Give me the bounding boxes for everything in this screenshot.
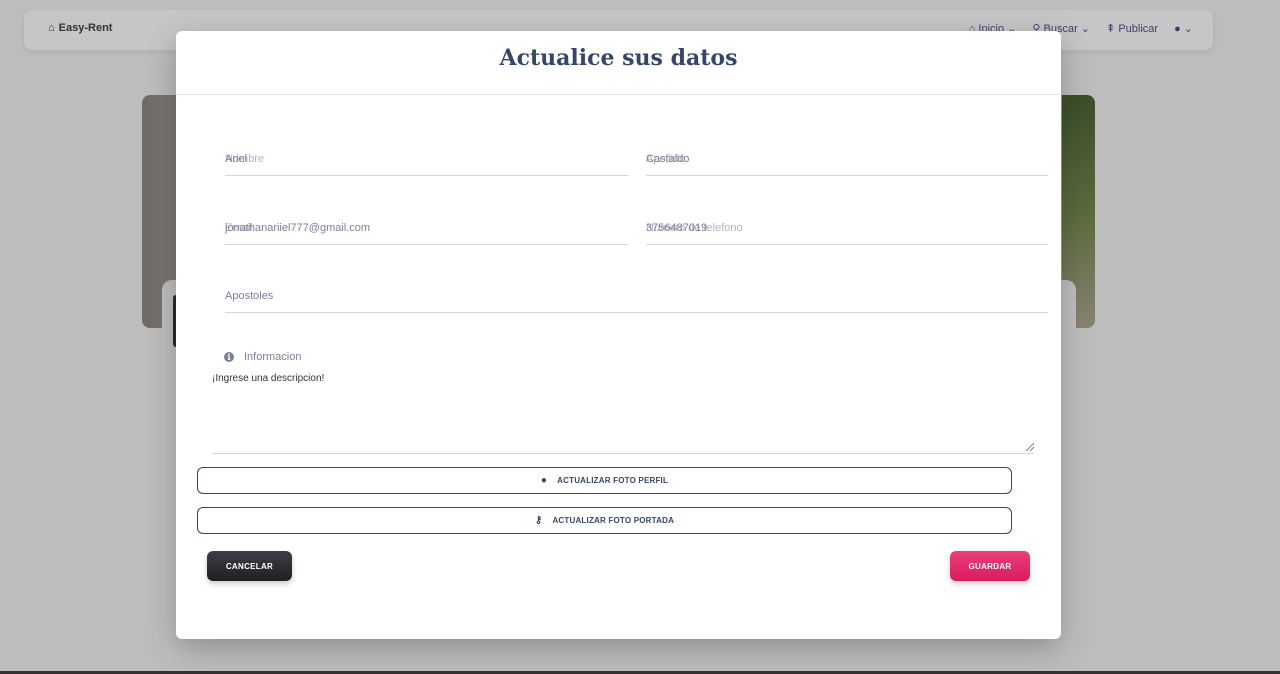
- cancel-button[interactable]: CANCELAR: [207, 551, 292, 581]
- actualizar-foto-portada-button[interactable]: ⚷ ACTUALIZAR FOTO PORTADA: [197, 507, 1012, 534]
- descripcion-textarea[interactable]: ¡Ingrese una descripcion!: [212, 373, 1034, 454]
- ciudad-value: Apostoles: [225, 290, 274, 302]
- telefono-field[interactable]: Numero de telefono 3756487019: [646, 222, 1048, 245]
- informacion-text: Informacion: [244, 351, 302, 363]
- user-icon: ●: [540, 475, 548, 486]
- resize-handle[interactable]: [1026, 443, 1034, 451]
- save-button[interactable]: GUARDAR: [950, 551, 1030, 581]
- ciudad-field[interactable]: Apostoles: [225, 290, 1048, 313]
- nav-publicar[interactable]: ⇞ Publicar: [1106, 22, 1158, 35]
- key-icon: ⚷: [534, 515, 543, 526]
- actualizar-foto-portada-label: ACTUALIZAR FOTO PORTADA: [552, 516, 675, 525]
- nombre-value: Ariel: [225, 153, 248, 165]
- informacion-label: i Informacion: [224, 351, 301, 363]
- modal-title: Actualice sus datos: [499, 45, 738, 71]
- brand[interactable]: ⌂ Easy-Rent: [48, 22, 112, 34]
- user-menu[interactable]: ● ⌄: [1174, 22, 1193, 35]
- actualizar-foto-perfil-button[interactable]: ● ACTUALIZAR FOTO PERFIL: [197, 467, 1012, 494]
- update-profile-modal: Actualice sus datos Nombre Ariel Apellid…: [176, 31, 1061, 639]
- actualizar-foto-perfil-label: ACTUALIZAR FOTO PERFIL: [557, 476, 669, 485]
- email-field[interactable]: Email jonathanariiel777@gmail.com: [225, 222, 628, 245]
- descripcion-value: ¡Ingrese una descripcion!: [212, 373, 325, 384]
- telefono-value: 3756487019: [646, 222, 708, 234]
- apellido-value: Castaldo: [646, 153, 690, 165]
- upload-icon: ⇞: [1106, 23, 1119, 35]
- info-icon: i: [224, 352, 234, 362]
- brand-label: Easy-Rent: [58, 22, 113, 34]
- nombre-field[interactable]: Nombre Ariel: [225, 153, 628, 176]
- user-icon: ●: [1174, 23, 1181, 35]
- home-outline-icon: ⌂: [48, 22, 55, 34]
- modal-divider: [176, 94, 1061, 95]
- email-value: jonathanariiel777@gmail.com: [225, 222, 371, 234]
- apellido-field[interactable]: Apellido Castaldo: [646, 153, 1048, 176]
